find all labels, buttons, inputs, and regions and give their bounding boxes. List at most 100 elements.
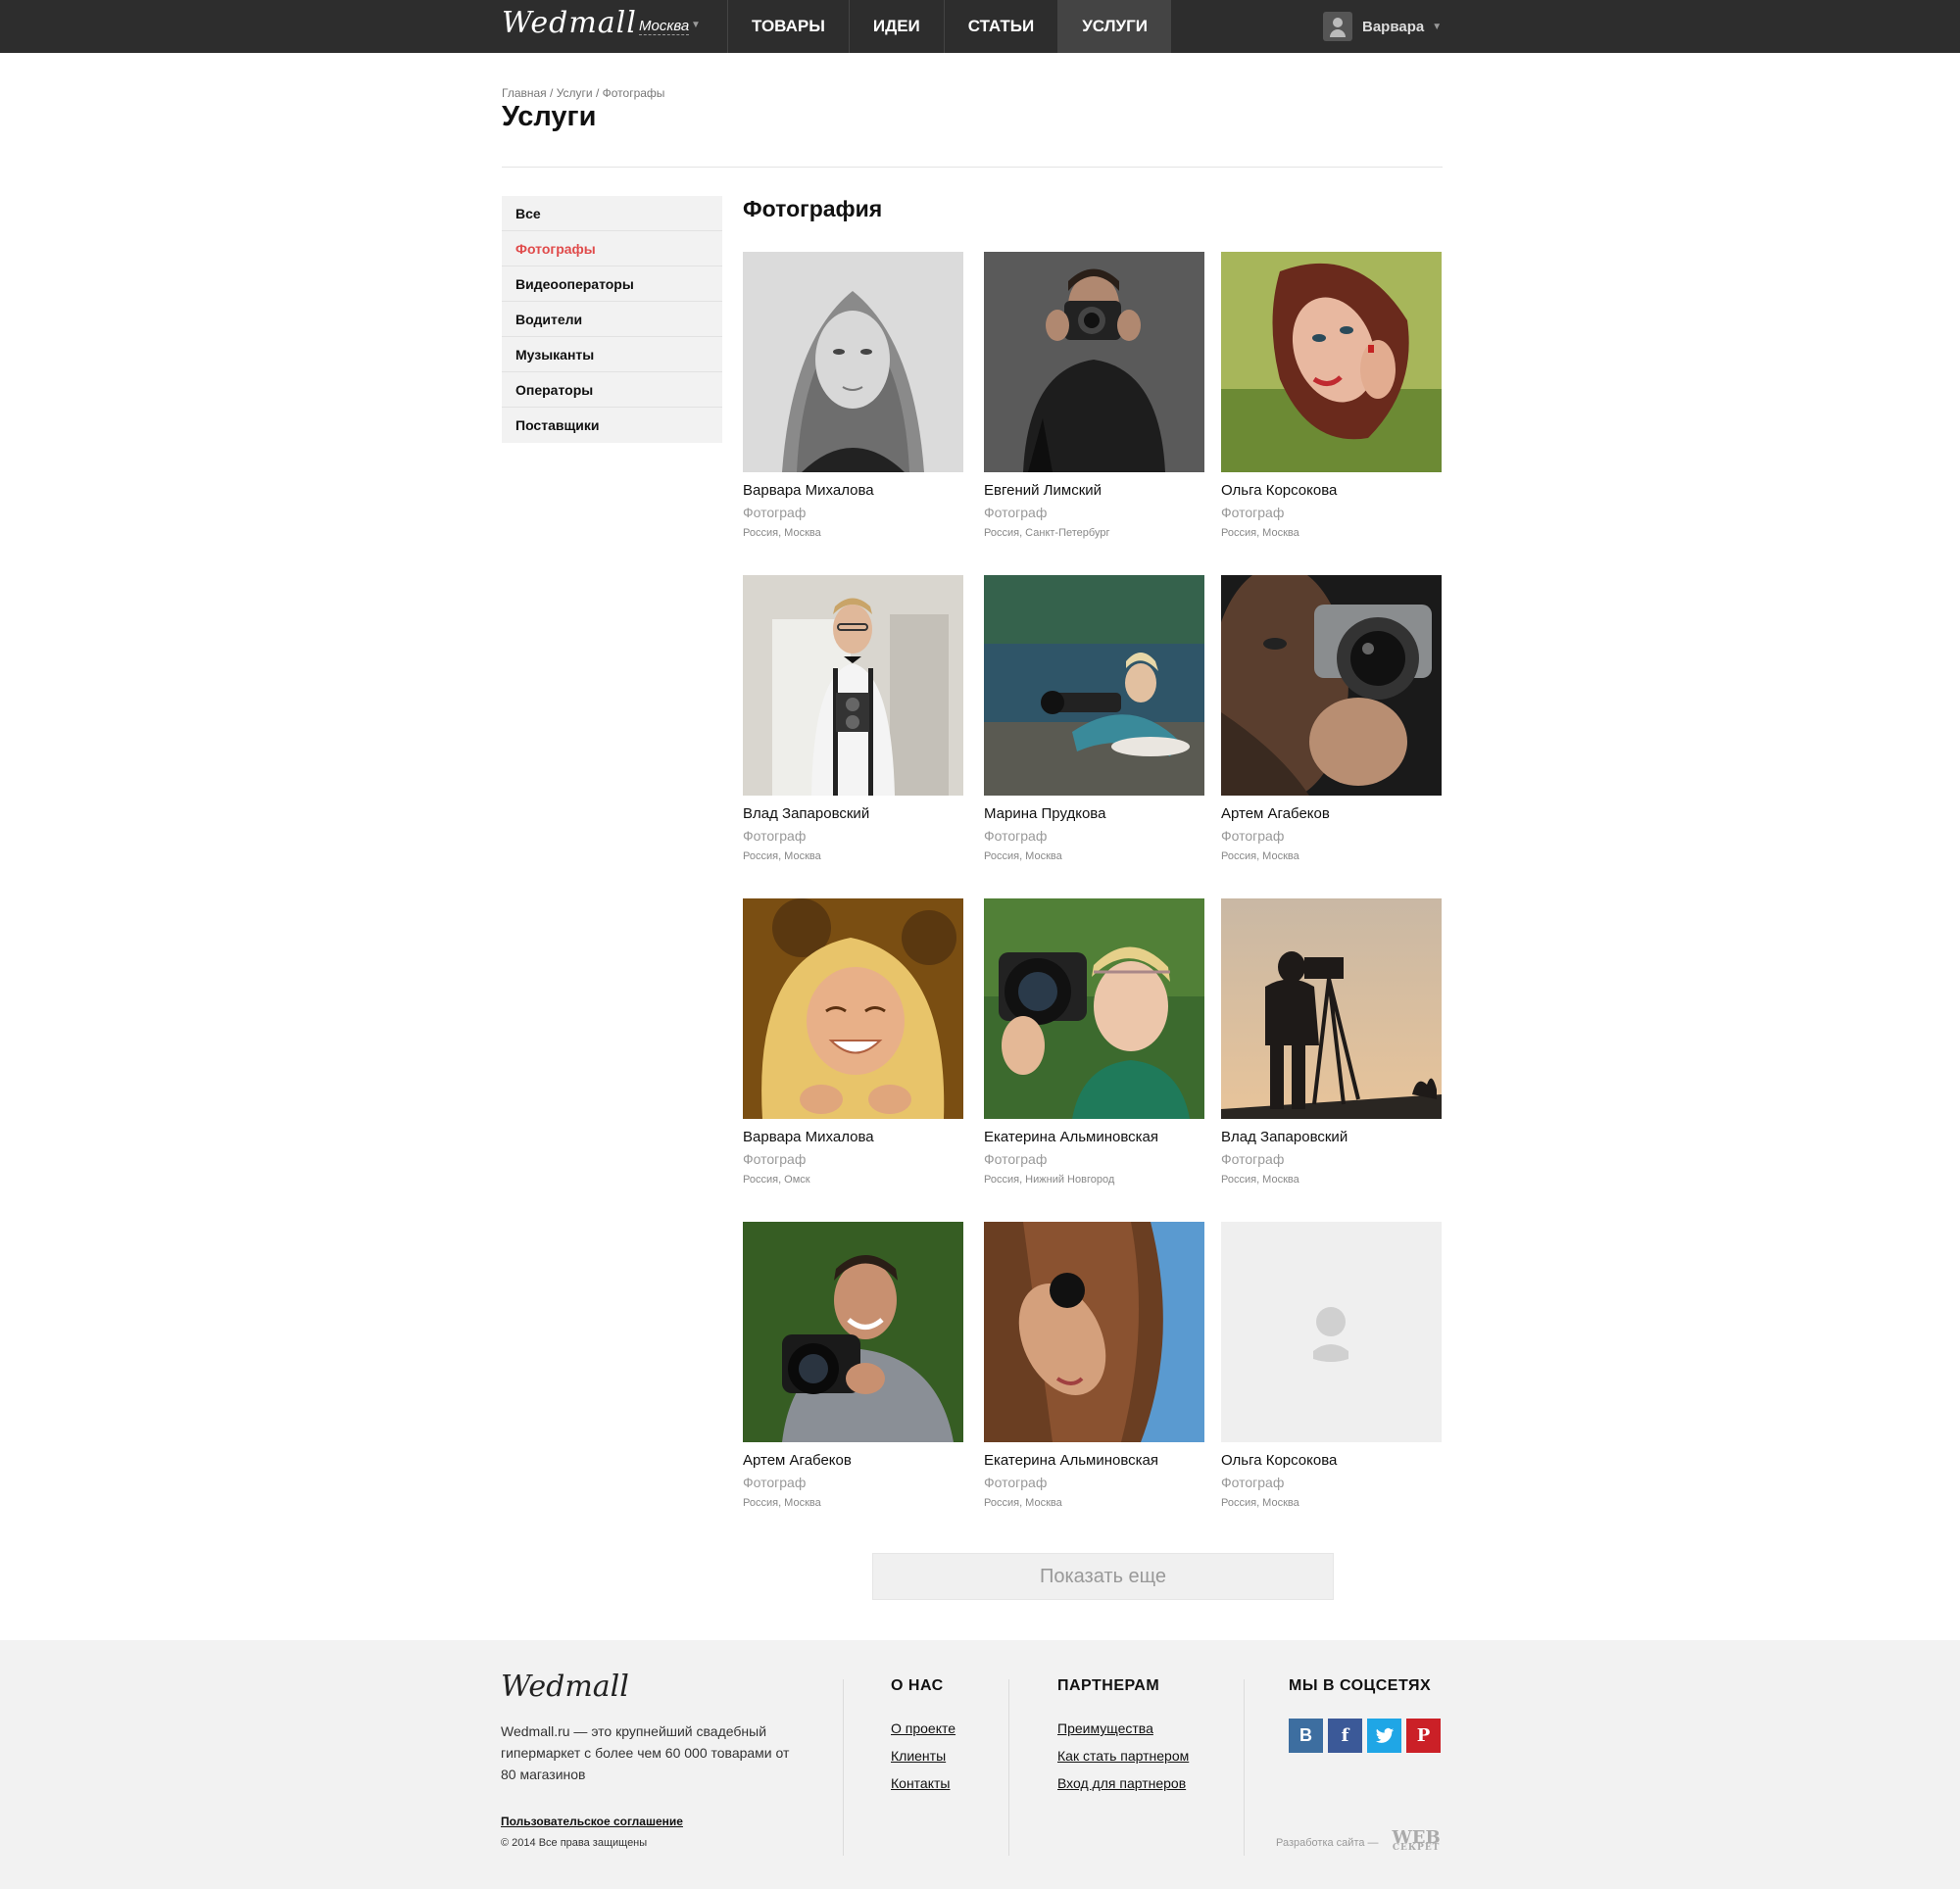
sidebar-item-videographers[interactable]: Видеооператоры — [502, 266, 722, 302]
footer-about-title: О НАС — [891, 1677, 944, 1694]
card-name[interactable]: Артем Агабеков — [1221, 805, 1442, 822]
card-name[interactable]: Евгений Лимский — [984, 482, 1204, 499]
city-selector[interactable]: Москва — [639, 18, 690, 35]
nav-item-articles[interactable]: СТАТЬИ — [943, 0, 1057, 53]
photographer-card[interactable]: Екатерина Альминовская Фотограф Россия, … — [984, 898, 1204, 1186]
footer-about-links: О проекте Клиенты Контакты — [891, 1720, 956, 1803]
card-location: Россия, Москва — [1221, 1497, 1299, 1509]
card-role: Фотограф — [1221, 1475, 1285, 1490]
card-location: Россия, Москва — [1221, 850, 1299, 862]
sidebar-item-drivers[interactable]: Водители — [502, 302, 722, 337]
card-name[interactable]: Екатерина Альминовская — [984, 1129, 1204, 1145]
divider — [1008, 1679, 1009, 1856]
breadcrumb-services[interactable]: Услуги — [557, 86, 593, 100]
footer-logo[interactable]: Wedmall — [501, 1670, 629, 1704]
card-role: Фотограф — [743, 1475, 807, 1490]
photographer-photo[interactable] — [743, 252, 963, 472]
footer-link-partner-login[interactable]: Вход для партнеров — [1057, 1775, 1189, 1791]
footer-link-benefits[interactable]: Преимущества — [1057, 1720, 1189, 1736]
photographer-card[interactable]: Евгений Лимский Фотограф Россия, Санкт-П… — [984, 252, 1204, 539]
photographer-card[interactable]: Ольга Корсокова Фотограф Россия, Москва — [1221, 1222, 1442, 1509]
card-location: Россия, Нижний Новгород — [984, 1174, 1115, 1186]
facebook-icon[interactable]: f — [1328, 1719, 1362, 1753]
photographer-card[interactable]: Марина Прудкова Фотограф Россия, Москва — [984, 575, 1204, 862]
photographer-photo[interactable] — [1221, 252, 1442, 472]
card-name[interactable]: Влад Запаровский — [1221, 1129, 1442, 1145]
section-title: Фотография — [743, 196, 883, 221]
card-role: Фотограф — [743, 1151, 807, 1167]
photographer-photo[interactable] — [984, 898, 1204, 1119]
footer-about-text: Wedmall.ru — это крупнейший свадебный ги… — [501, 1723, 790, 1782]
card-name[interactable]: Артем Агабеков — [743, 1452, 963, 1469]
social-links: В f P — [1289, 1719, 1441, 1753]
photographer-card[interactable]: Влад Запаровский Фотограф Россия, Москва — [743, 575, 963, 862]
footer-partners-title: ПАРТНЕРАМ — [1057, 1677, 1160, 1694]
card-name[interactable]: Екатерина Альминовская — [984, 1452, 1204, 1469]
pinterest-icon[interactable]: P — [1406, 1719, 1441, 1753]
show-more-button[interactable]: Показать еще — [872, 1553, 1334, 1600]
footer-link-project[interactable]: О проекте — [891, 1720, 956, 1736]
divider — [502, 167, 1443, 168]
photographer-photo[interactable] — [743, 898, 963, 1119]
photographer-card[interactable]: Варвара Михалова Фотограф Россия, Омск — [743, 898, 963, 1186]
card-location: Россия, Москва — [743, 1497, 821, 1509]
card-name[interactable]: Ольга Корсокова — [1221, 1452, 1442, 1469]
vk-icon[interactable]: В — [1289, 1719, 1323, 1753]
card-role: Фотограф — [984, 505, 1048, 520]
breadcrumb-home[interactable]: Главная — [502, 86, 547, 100]
page-title: Услуги — [502, 101, 597, 132]
photographer-photo[interactable] — [1221, 898, 1442, 1119]
photographer-photo[interactable] — [984, 252, 1204, 472]
twitter-icon[interactable] — [1367, 1719, 1401, 1753]
card-location: Россия, Москва — [743, 527, 821, 539]
photographer-photo[interactable] — [1221, 575, 1442, 796]
photographer-photo[interactable] — [984, 575, 1204, 796]
card-location: Россия, Москва — [1221, 1174, 1299, 1186]
card-location: Россия, Москва — [984, 850, 1062, 862]
card-role: Фотограф — [984, 1151, 1048, 1167]
top-navbar: Wedmall Москва ▼ ТОВАРЫ ИДЕИ СТАТЬИ УСЛУ… — [0, 0, 1960, 53]
card-name[interactable]: Марина Прудкова — [984, 805, 1204, 822]
photographer-photo[interactable] — [743, 575, 963, 796]
user-menu[interactable]: Варвара ▼ — [1323, 12, 1442, 41]
breadcrumb: Главная / Услуги / Фотографы — [502, 86, 665, 100]
photo-placeholder-icon[interactable] — [1221, 1222, 1442, 1442]
terms-link[interactable]: Пользовательское соглашение — [501, 1815, 683, 1828]
card-name[interactable]: Ольга Корсокова — [1221, 482, 1442, 499]
user-avatar-icon — [1323, 12, 1352, 41]
photographer-card[interactable]: Варвара Михалова Фотограф Россия, Москва — [743, 252, 963, 539]
photographer-card[interactable]: Артем Агабеков Фотограф Россия, Москва — [743, 1222, 963, 1509]
footer-link-become-partner[interactable]: Как стать партнером — [1057, 1748, 1189, 1764]
footer-partners-links: Преимущества Как стать партнером Вход дл… — [1057, 1720, 1189, 1803]
photographer-photo[interactable] — [984, 1222, 1204, 1442]
card-role: Фотограф — [1221, 1151, 1285, 1167]
photographer-card[interactable]: Артем Агабеков Фотограф Россия, Москва — [1221, 575, 1442, 862]
sidebar-item-photographers[interactable]: Фотографы — [502, 231, 722, 266]
sidebar-item-musicians[interactable]: Музыканты — [502, 337, 722, 372]
photographer-card[interactable]: Екатерина Альминовская Фотограф Россия, … — [984, 1222, 1204, 1509]
nav-item-ideas[interactable]: ИДЕИ — [848, 0, 944, 53]
chevron-down-icon[interactable]: ▼ — [691, 20, 701, 30]
main-nav: ТОВАРЫ ИДЕИ СТАТЬИ УСЛУГИ — [727, 0, 1171, 53]
photographer-card[interactable]: Ольга Корсокова Фотограф Россия, Москва — [1221, 252, 1442, 539]
photographer-photo[interactable] — [743, 1222, 963, 1442]
card-name[interactable]: Варвара Михалова — [743, 1129, 963, 1145]
card-location: Россия, Санкт-Петербург — [984, 527, 1110, 539]
photographer-card[interactable]: Влад Запаровский Фотограф Россия, Москва — [1221, 898, 1442, 1186]
developer-logo[interactable]: WEB СЕКРЕТ — [1393, 1829, 1441, 1854]
card-name[interactable]: Влад Запаровский — [743, 805, 963, 822]
card-location: Россия, Москва — [1221, 527, 1299, 539]
site-logo[interactable]: Wedmall — [502, 6, 637, 40]
nav-item-services[interactable]: УСЛУГИ — [1057, 0, 1171, 53]
card-location: Россия, Москва — [984, 1497, 1062, 1509]
card-role: Фотограф — [1221, 828, 1285, 844]
sidebar-item-suppliers[interactable]: Поставщики — [502, 408, 722, 443]
footer-link-contacts[interactable]: Контакты — [891, 1775, 956, 1791]
sidebar-item-all[interactable]: Все — [502, 196, 722, 231]
developer-text: Разработка сайта — — [1276, 1837, 1379, 1849]
footer-link-clients[interactable]: Клиенты — [891, 1748, 956, 1764]
sidebar-item-operators[interactable]: Операторы — [502, 372, 722, 408]
developer-credit: Разработка сайта — WEB СЕКРЕТ — [1276, 1829, 1441, 1854]
card-name[interactable]: Варвара Михалова — [743, 482, 963, 499]
nav-item-goods[interactable]: ТОВАРЫ — [727, 0, 849, 53]
